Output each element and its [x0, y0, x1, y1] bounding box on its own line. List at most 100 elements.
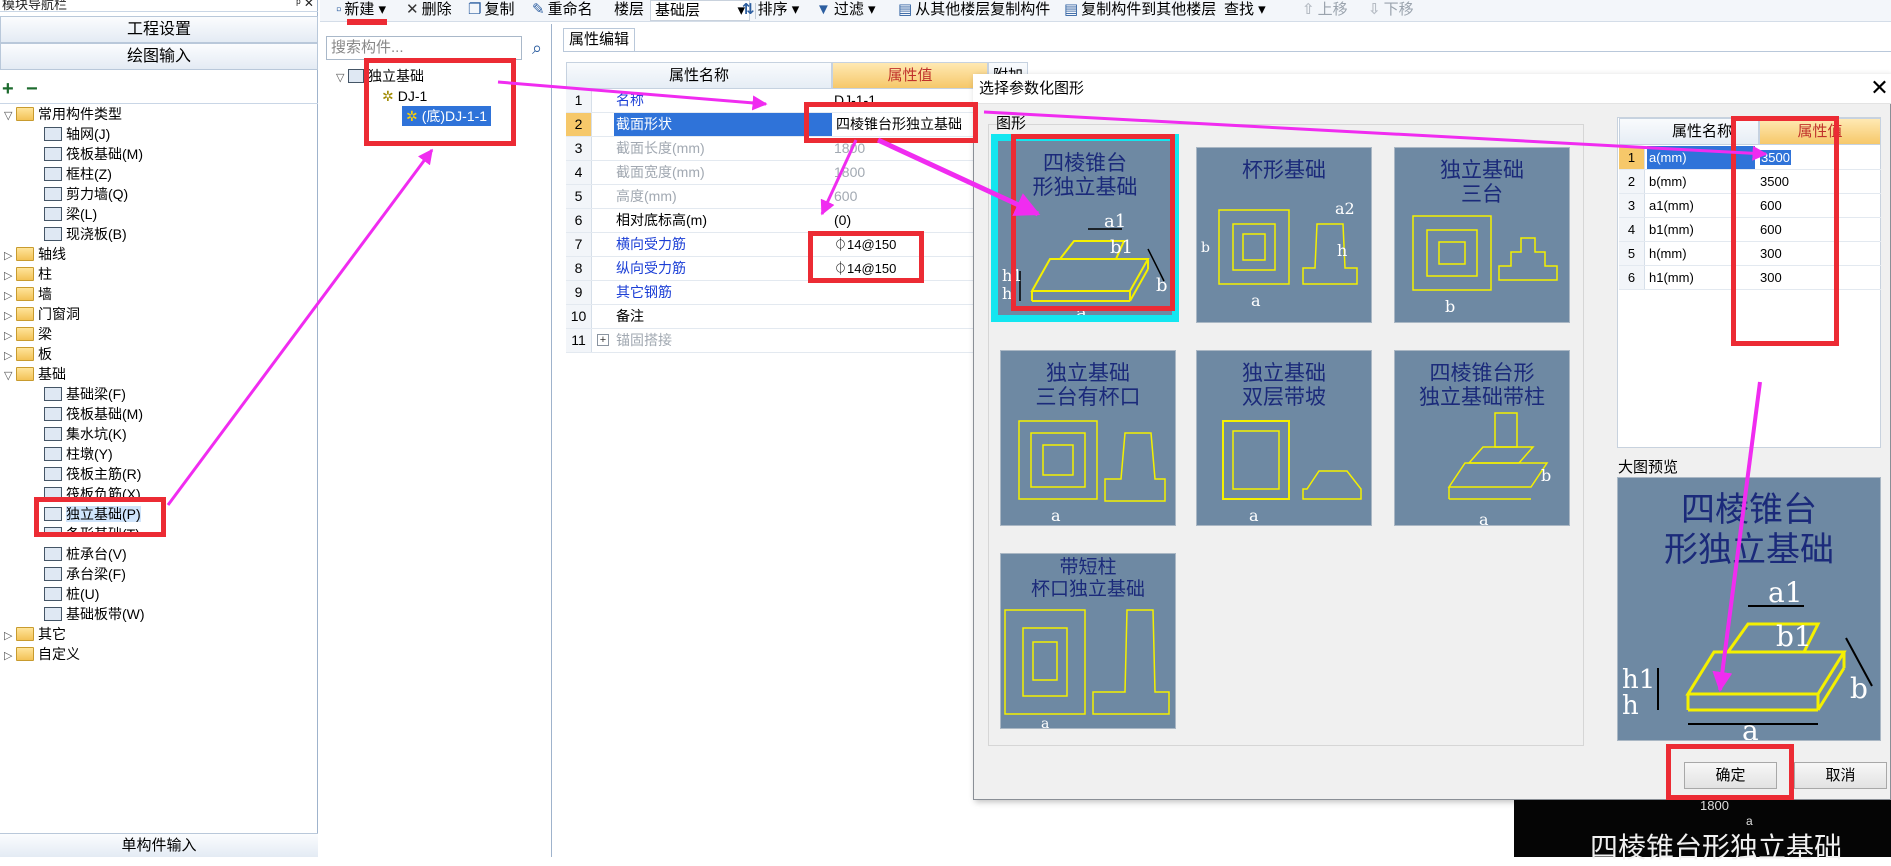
tree-node-foundation-item[interactable]: 承台梁(F): [44, 564, 126, 584]
single-component-input-button[interactable]: 单构件输入: [0, 833, 318, 857]
sort-button[interactable]: ⇅ 排序 ▾: [742, 0, 799, 22]
tree-node-common-item[interactable]: 轴网(J): [44, 124, 110, 144]
folder-icon: [16, 347, 34, 361]
tree-node-common-item[interactable]: 现浇板(B): [44, 224, 127, 244]
component-search-input[interactable]: 搜索构件...: [326, 36, 522, 60]
copy-label: 复制: [484, 1, 515, 18]
expand-arrow-icon[interactable]: ▷: [4, 306, 16, 326]
search-icon[interactable]: ⌕: [524, 35, 550, 61]
property-value[interactable]: 1800: [834, 161, 865, 184]
row-number: 1: [1619, 146, 1645, 169]
tree-node-category[interactable]: ▷ 柱: [4, 264, 52, 284]
expand-arrow-icon[interactable]: ▷: [4, 646, 16, 666]
collapse-arrow-icon[interactable]: ▽: [336, 68, 348, 88]
property-value[interactable]: 600: [834, 185, 857, 208]
property-value[interactable]: (0): [834, 209, 851, 232]
copy-to-floors-button[interactable]: ▤ 复制构件到其他楼层: [1064, 0, 1216, 22]
collapse-arrow-icon[interactable]: ▽: [4, 366, 16, 386]
shape-thumb-frustum-with-column[interactable]: a b 四棱锥台形 独立基础带柱: [1394, 350, 1570, 526]
tree-node-label: 承台梁(F): [66, 566, 126, 582]
tree-node-foundation-item[interactable]: 柱墩(Y): [44, 444, 113, 464]
tree-node-foundation-item[interactable]: 基础板带(W): [44, 604, 145, 624]
find-button[interactable]: 查找 ▾: [1224, 0, 1266, 22]
svg-text:b1: b1: [1776, 620, 1812, 653]
tree-node-category[interactable]: ▷ 板: [4, 344, 52, 364]
cancel-button[interactable]: 取消: [1794, 762, 1887, 789]
property-row[interactable]: 4 截面宽度(mm) 1800: [566, 161, 988, 185]
tree-node-foundation-item[interactable]: 筏板基础(M): [44, 404, 143, 424]
drawing-dimension: 1800: [1700, 798, 1729, 813]
expand-arrow-icon[interactable]: ▷: [4, 346, 16, 366]
cap-beam-icon: [44, 567, 62, 581]
property-row[interactable]: 6 相对底标高(m) (0): [566, 209, 988, 233]
close-icon[interactable]: ✕: [1868, 74, 1891, 104]
tree-node-category[interactable]: ▷ 轴线: [4, 244, 66, 264]
tree-node-label: 桩承台(V): [66, 546, 127, 562]
expand-plus-icon[interactable]: +: [597, 334, 609, 346]
tree-node-foundation-item[interactable]: 集水坑(K): [44, 424, 127, 444]
beam-icon: [44, 207, 62, 221]
svg-text:a1: a1: [1768, 576, 1803, 609]
move-down-button[interactable]: ⇩ 下移: [1368, 0, 1414, 22]
project-settings-button[interactable]: 工程设置: [0, 16, 318, 43]
shear-wall-icon: [44, 187, 62, 201]
tree-node-other[interactable]: ▷ 其它: [4, 624, 66, 644]
property-row[interactable]: 11 + 锚固搭接: [566, 329, 988, 353]
expand-all-icon[interactable]: +: [2, 78, 14, 101]
row-number: 2: [566, 113, 592, 136]
expand-arrow-icon[interactable]: ▷: [4, 326, 16, 346]
tree-node-foundation-item[interactable]: 基础梁(F): [44, 384, 126, 404]
tree-node-category[interactable]: ▷ 门窗洞: [4, 304, 80, 324]
dialog-title: 选择参数化图形: [973, 74, 1891, 104]
tree-node-foundation[interactable]: ▽ 基础: [4, 364, 66, 384]
copy-to-floors-icon: ▤: [1064, 1, 1079, 18]
property-row[interactable]: 10 备注: [566, 305, 988, 329]
move-up-button[interactable]: ⇧ 上移: [1302, 0, 1348, 22]
collapse-arrow-icon[interactable]: ▽: [4, 106, 16, 126]
svg-text:a: a: [1742, 714, 1759, 741]
copy-button[interactable]: ❐ 复制: [468, 0, 514, 22]
filter-button[interactable]: ▼ 过滤 ▾: [816, 0, 876, 22]
expand-arrow-icon[interactable]: ▷: [4, 286, 16, 306]
folder-icon: [16, 647, 34, 661]
tree-node-category[interactable]: ▷ 墙: [4, 284, 52, 304]
delete-button[interactable]: ✕ 删除: [406, 0, 452, 22]
large-preview: a1 b1 b a h1 h 四棱锥台 形独立基础: [1617, 477, 1881, 741]
shapes-group-label: 图形: [996, 115, 1027, 132]
tree-node-label: 梁: [38, 326, 52, 342]
shape-thumb-three-step[interactable]: b 独立基础 三台: [1394, 147, 1570, 323]
drawing-input-button[interactable]: 绘图输入: [0, 43, 318, 70]
copy-from-floors-button[interactable]: ▤ 从其他楼层复制构件: [898, 0, 1050, 22]
nav-panel-controls[interactable]: ᵖ ✕: [296, 0, 314, 9]
tree-node-common-item[interactable]: 框柱(Z): [44, 164, 112, 184]
tab-property-edit[interactable]: 属性编辑: [563, 28, 635, 52]
tree-node-common-item[interactable]: 筏板基础(M): [44, 144, 143, 164]
shape-thumb-cup-foundation[interactable]: a a2 h b 杯形基础: [1196, 147, 1372, 323]
tree-node-category[interactable]: ▷ 梁: [4, 324, 52, 344]
tree-node-custom[interactable]: ▷ 自定义: [4, 644, 80, 664]
shape-thumb-double-slope[interactable]: a 独立基础 双层带坡: [1196, 350, 1372, 526]
preview-title: 四棱锥台 形独立基础: [1664, 490, 1834, 570]
expand-arrow-icon[interactable]: ▷: [4, 266, 16, 286]
property-row[interactable]: 9 其它钢筋: [566, 281, 988, 305]
row-number: 6: [1619, 266, 1645, 289]
tree-node-common-types[interactable]: ▽ 常用构件类型: [4, 104, 122, 124]
property-row[interactable]: 5 高度(mm) 600: [566, 185, 988, 209]
expand-arrow-icon[interactable]: ▷: [4, 246, 16, 266]
collapse-all-icon[interactable]: −: [26, 78, 38, 101]
expand-arrow-icon[interactable]: ▷: [4, 626, 16, 646]
tree-node-foundation-item[interactable]: 桩承台(V): [44, 544, 127, 564]
tree-node-common-item[interactable]: 剪力墙(Q): [44, 184, 128, 204]
property-row-transverse-rebar[interactable]: 7 横向受力筋 ⏀14@150: [566, 233, 988, 257]
property-row-longitudinal-rebar[interactable]: 8 纵向受力筋 ⏀14@150: [566, 257, 988, 281]
tree-node-foundation-item[interactable]: 筏板主筋(R): [44, 464, 141, 484]
shape-title: 独立基础 三台有杯口: [1035, 361, 1141, 409]
folder-icon: [16, 307, 34, 321]
tree-node-foundation-item[interactable]: 筏板负筋(X): [44, 484, 141, 498]
tree-node-foundation-item[interactable]: 桩(U): [44, 584, 99, 604]
floor-select[interactable]: 基础层 ▾: [650, 0, 750, 21]
shape-thumb-three-step-cup[interactable]: a 独立基础 三台有杯口: [1000, 350, 1176, 526]
tree-node-common-item[interactable]: 梁(L): [44, 204, 97, 224]
rename-button[interactable]: ✎ 重命名: [532, 0, 593, 22]
shape-thumb-short-column-cup[interactable]: a 带短柱 杯口独立基础: [1000, 553, 1176, 729]
